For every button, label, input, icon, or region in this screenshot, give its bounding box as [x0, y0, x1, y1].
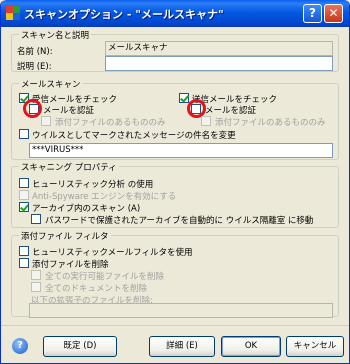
highlight-circle-incoming: [23, 99, 42, 118]
outgoing-mail-checkbox[interactable]: [179, 93, 189, 103]
antispyware-checkbox[interactable]: [19, 190, 29, 200]
title-bar[interactable]: スキャンオプション - "メールスキャナ" ? ✕: [1, 0, 349, 27]
delete-attachments-checkbox[interactable]: [19, 258, 29, 268]
outgoing-authenticate-label: メールを認証: [205, 106, 257, 116]
heuristic-mail-filter-label: ヒューリスティックメールフィルタを使用: [32, 248, 193, 258]
details-button[interactable]: 詳細 (E): [149, 336, 215, 357]
group-title-scan-properties: スキャニング プロパティ: [19, 161, 119, 173]
group-title-attachment-filter: 添付ファイル フィルタ: [19, 230, 111, 242]
delete-attachments-label: 添付ファイルを削除: [32, 260, 109, 270]
scan-options-dialog: スキャンオプション - "メールスキャナ" ? ✕ スキャン名と説明 名前 (N…: [0, 0, 350, 364]
delete-executables-label: 全ての実行可能ファイルを削除: [45, 272, 165, 282]
ok-button[interactable]: OK: [221, 336, 281, 357]
antispyware-label: Anti-Spyware エンジンを有効にする: [32, 192, 177, 202]
outgoing-attachments-only-label: 添付ファイルのあるもののみ: [215, 118, 326, 128]
password-archive-checkbox[interactable]: [31, 214, 41, 224]
change-subject-label: ウイルスとしてマークされたメッセージの件名を変更: [32, 131, 236, 141]
name-field[interactable]: メールスキャナ: [105, 41, 333, 56]
help-icon[interactable]: ?: [12, 338, 28, 354]
name-label: 名前 (N):: [17, 47, 53, 57]
description-label: 説明 (E):: [17, 62, 52, 72]
subject-tag-field[interactable]: ***VIRUS***: [29, 143, 333, 158]
heuristic-mail-filter-checkbox[interactable]: [19, 246, 29, 256]
group-title-mail-scan: メールスキャン: [19, 78, 83, 90]
change-subject-checkbox[interactable]: [19, 129, 29, 139]
footer-separator: [1, 325, 349, 326]
delete-executables-checkbox[interactable]: [31, 270, 41, 280]
heuristic-analysis-checkbox[interactable]: [19, 178, 29, 188]
title-close-button[interactable]: ✕: [324, 4, 343, 23]
archive-scan-label: アーカイブ内のスキャン (A): [32, 204, 141, 214]
cancel-button[interactable]: キャンセル: [286, 336, 344, 357]
window-title: スキャンオプション - "メールスキャナ": [24, 8, 224, 21]
archive-scan-checkbox[interactable]: [19, 202, 29, 212]
description-field[interactable]: [105, 56, 333, 71]
extensions-field[interactable]: [29, 303, 333, 318]
incoming-authenticate-label: メールを認証: [43, 106, 95, 116]
group-title-name: スキャン名と説明: [19, 29, 92, 41]
password-archive-label: パスワードで保護されたアーカイブを自動的に ウイルス隔離室 に移動: [45, 216, 314, 226]
avg-app-icon: [6, 6, 20, 20]
default-button[interactable]: 既定 (D): [43, 336, 117, 357]
delete-documents-checkbox[interactable]: [31, 282, 41, 292]
incoming-attachments-only-checkbox[interactable]: [41, 116, 51, 126]
delete-documents-label: 全てのドキュメントを削除: [45, 284, 148, 294]
title-help-button[interactable]: ?: [303, 4, 322, 23]
heuristic-analysis-label: ヒューリスティック分析 の使用: [32, 180, 154, 190]
outgoing-attachments-only-checkbox[interactable]: [201, 116, 211, 126]
incoming-attachments-only-label: 添付ファイルのあるもののみ: [55, 118, 166, 128]
